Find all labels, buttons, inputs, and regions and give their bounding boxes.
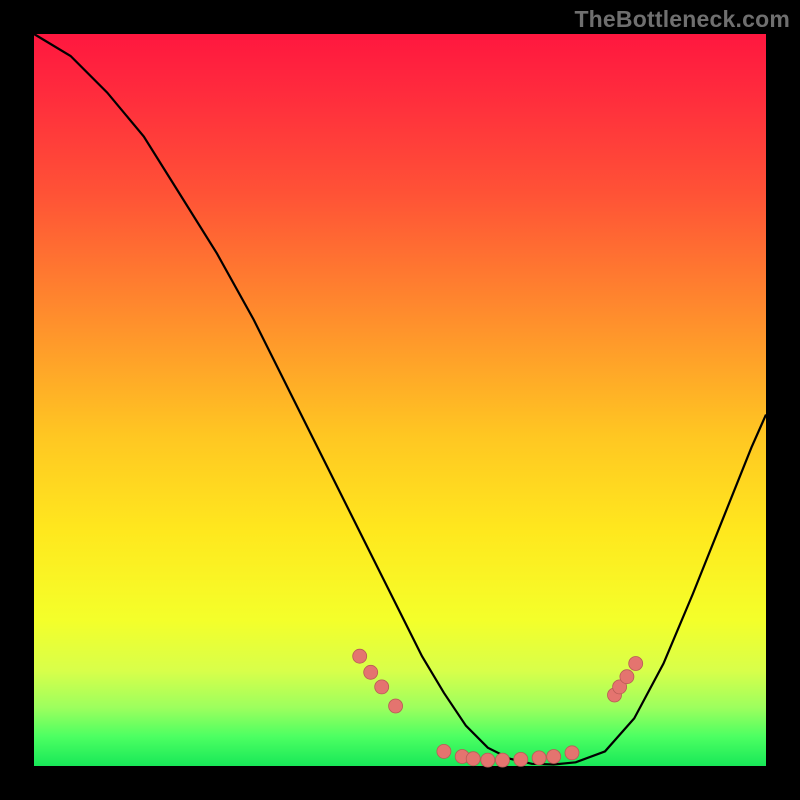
highlight-dot: [466, 752, 480, 766]
highlight-dot: [565, 746, 579, 760]
highlight-dot: [620, 670, 634, 684]
highlight-dot: [532, 751, 546, 765]
highlight-dot: [496, 753, 510, 767]
watermark-label: TheBottleneck.com: [574, 6, 790, 33]
bottleneck-curve: [34, 34, 766, 765]
plot-area: [34, 34, 766, 766]
highlighted-dots: [353, 649, 643, 767]
highlight-dot: [629, 657, 643, 671]
highlight-dot: [514, 752, 528, 766]
highlight-dot: [547, 750, 561, 764]
highlight-dot: [375, 680, 389, 694]
highlight-dot: [389, 699, 403, 713]
highlight-dot: [353, 649, 367, 663]
chart-frame: TheBottleneck.com: [0, 0, 800, 800]
curve-svg: [34, 34, 766, 766]
highlight-dot: [481, 753, 495, 767]
highlight-dot: [437, 744, 451, 758]
highlight-dot: [364, 665, 378, 679]
